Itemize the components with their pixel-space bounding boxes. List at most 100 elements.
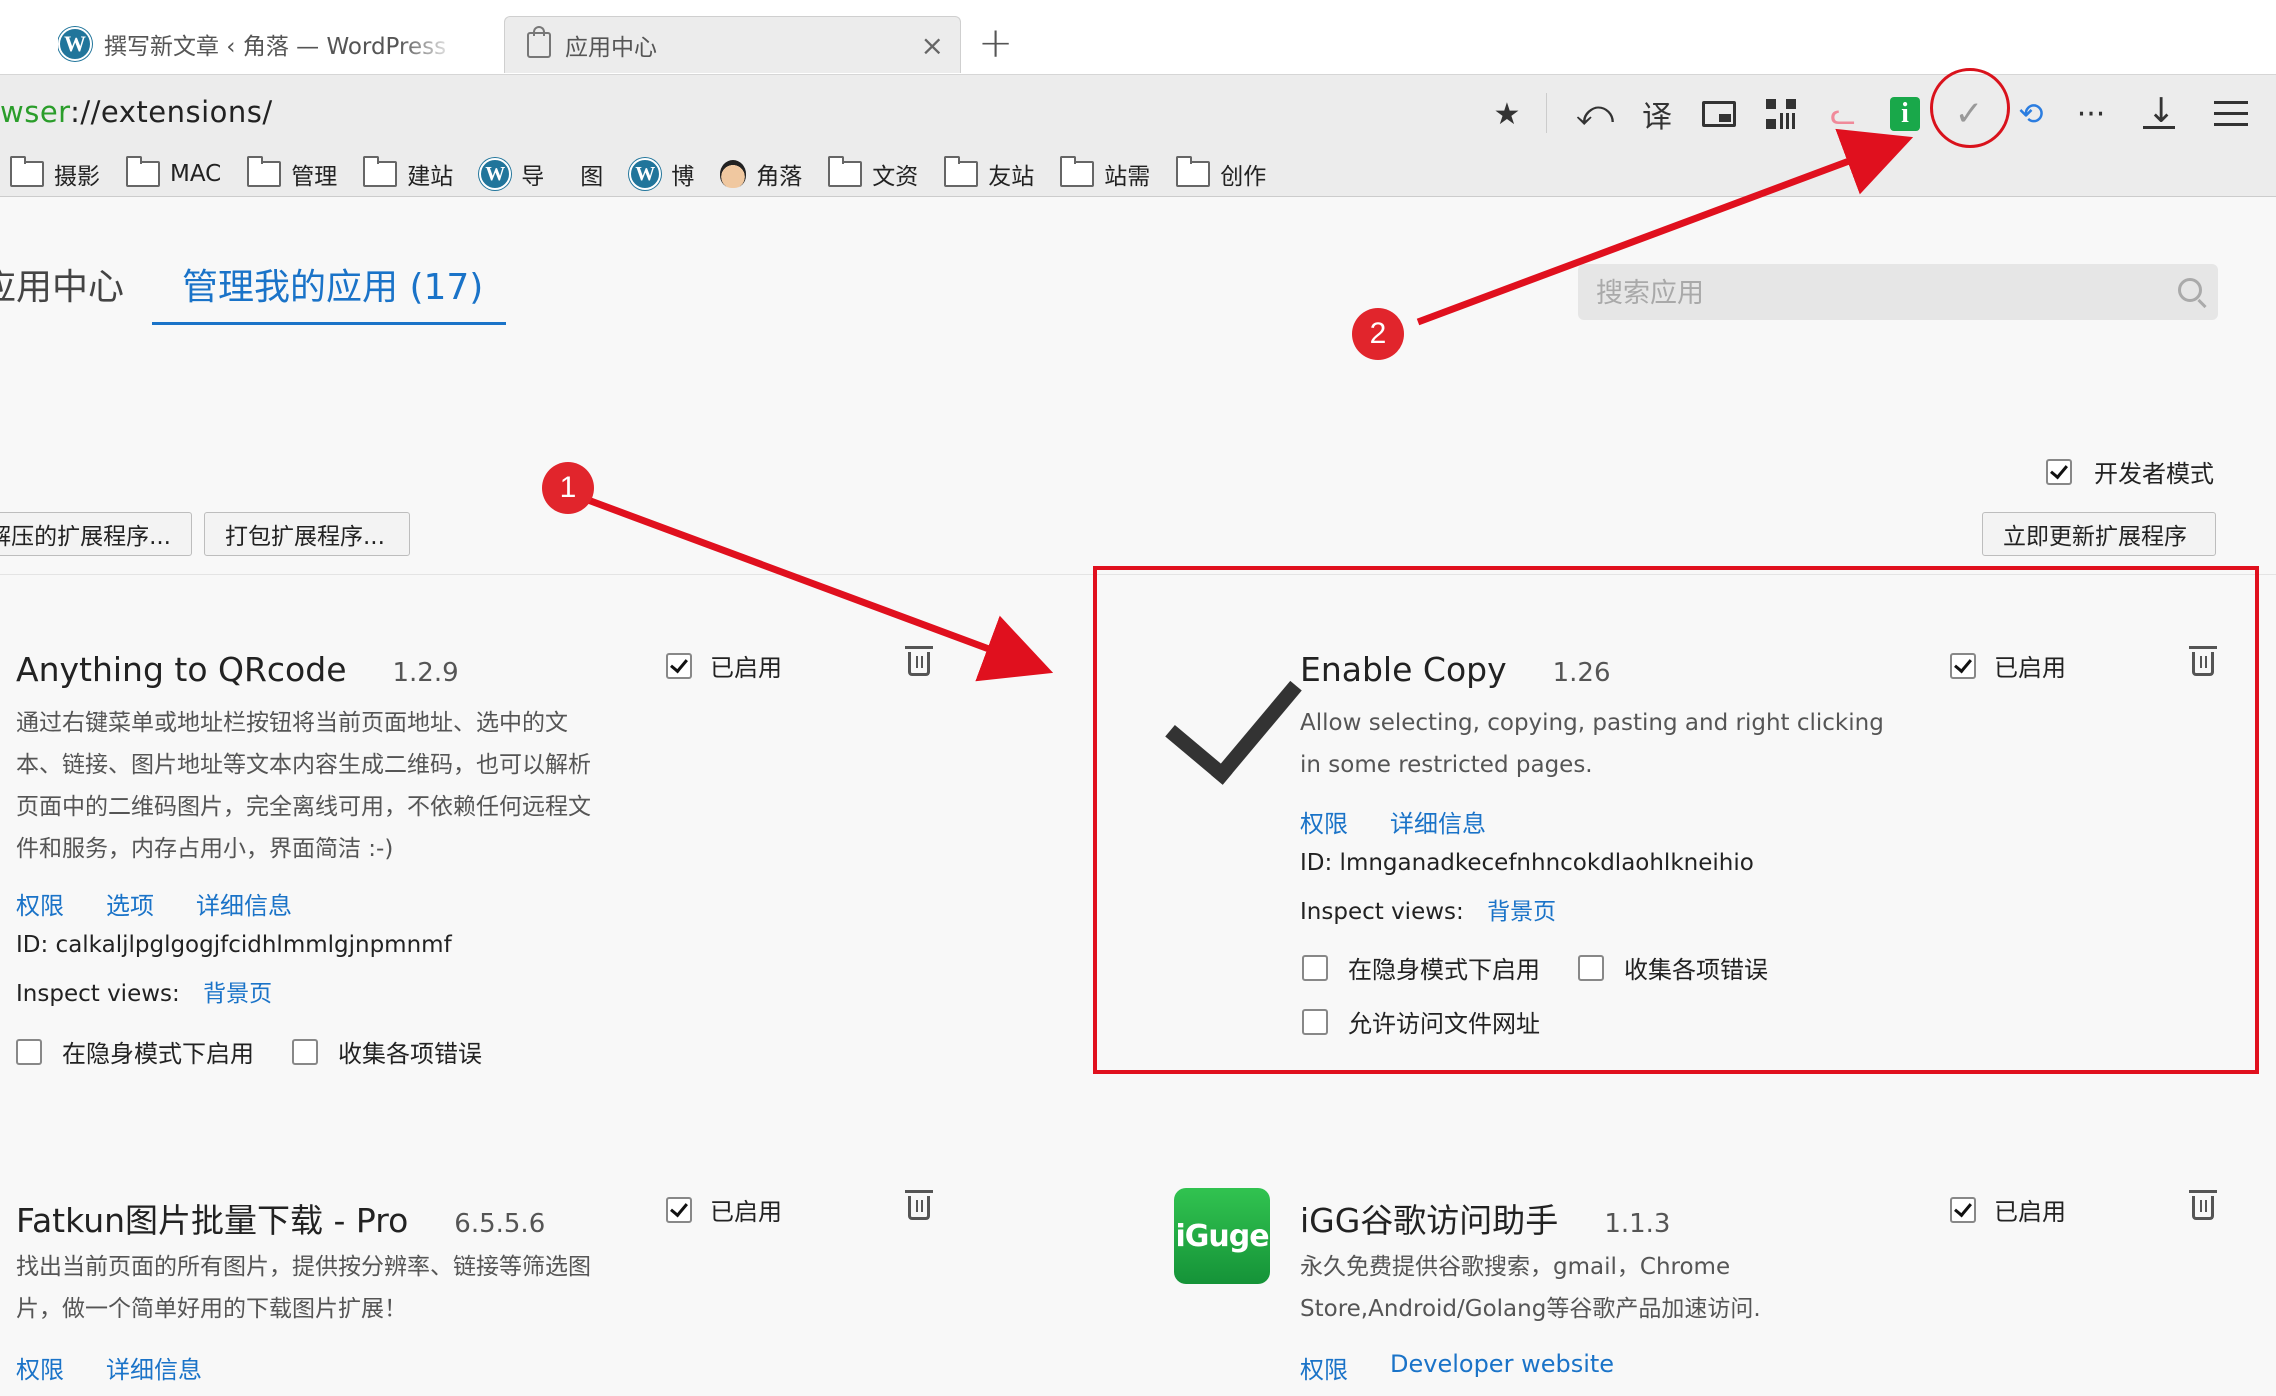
avatar-icon (720, 160, 747, 188)
cat-icon[interactable]: ᓚ (1816, 87, 1870, 141)
active-tab-underline (152, 322, 506, 325)
bookmark-link[interactable]: 图 (570, 157, 603, 191)
search-icon[interactable] (2178, 278, 2202, 302)
step-badge-1: 1 (542, 462, 594, 514)
tab-strip: W 撰写新文章 ‹ 角落 — WordPress 应用中心 × + (0, 0, 2276, 74)
developer-website-link[interactable]: Developer website (1390, 1350, 1614, 1385)
iguge-icon: iGuge (1174, 1188, 1270, 1284)
trash-icon[interactable] (905, 646, 933, 676)
arrow-1 (586, 496, 1054, 682)
trash-icon[interactable] (905, 1190, 933, 1220)
pip-icon[interactable] (1692, 87, 1746, 141)
bookmarks-bar: 摄影 MAC 管理 建站 W导 图 W博 角落 文资 友站 站需 创作 (0, 152, 2276, 197)
shopping-bag-icon (527, 26, 551, 58)
pack-extension-button[interactable]: 打包扩展程序... (204, 512, 410, 556)
undo-icon[interactable]: ⤺ (1568, 87, 1622, 141)
extension-title-row: iGG谷歌访问助手 1.1.3 (1300, 1194, 1670, 1242)
green-i-icon[interactable]: i (1878, 87, 1932, 141)
details-link[interactable]: 详细信息 (106, 1350, 202, 1385)
background-page-link[interactable]: 背景页 (203, 981, 272, 1007)
permissions-link[interactable]: 权限 (16, 886, 64, 921)
bookmark-folder[interactable]: 管理 (247, 156, 337, 191)
tab-title: 撰写新文章 ‹ 角落 — WordPress (104, 34, 447, 60)
load-unpacked-button[interactable]: 解压的扩展程序... (0, 512, 192, 556)
extension-enabled-toggle[interactable]: 已启用 (666, 1192, 782, 1227)
folder-icon (828, 156, 863, 187)
bookmark-link[interactable]: 角落 (720, 157, 802, 191)
bookmark-folder[interactable]: 建站 (363, 156, 453, 191)
url-field[interactable]: wser://extensions/ (0, 95, 273, 129)
folder-icon (944, 156, 979, 187)
star-icon[interactable]: ★ (1480, 87, 1534, 141)
trash-icon[interactable] (2189, 1190, 2217, 1220)
enabled-checkbox[interactable] (666, 652, 692, 679)
bookmark-folder[interactable]: MAC (126, 156, 221, 187)
update-extensions-button[interactable]: 立即更新扩展程序 (1982, 512, 2216, 556)
enabled-checkbox[interactable] (666, 1196, 692, 1223)
options-link[interactable]: 选项 (106, 886, 154, 921)
extension-title-row: Fatkun图片批量下载 - Pro 6.5.5.6 (16, 1194, 545, 1242)
bookmark-link[interactable]: W博 (629, 157, 694, 191)
search-box (1578, 264, 2218, 320)
extension-description: 永久免费提供谷歌搜索，gmail，Chrome Store,Android/Go… (1300, 1254, 1761, 1322)
tab-title: 应用中心 (565, 35, 657, 61)
developer-mode-checkbox[interactable] (2046, 458, 2072, 485)
extension-name: Anything to QRcode (16, 650, 347, 689)
wordpress-icon: W (58, 27, 92, 61)
wordpress-icon: W (479, 158, 512, 190)
incognito-checkbox[interactable] (16, 1038, 42, 1065)
details-link[interactable]: 详细信息 (196, 886, 292, 921)
permissions-link[interactable]: 权限 (16, 1350, 64, 1385)
highlight-box (1093, 566, 2259, 1074)
more-icon[interactable]: ··· (2064, 87, 2118, 141)
menu-icon[interactable] (2204, 87, 2258, 141)
extension-enabled-toggle[interactable]: 已启用 (666, 648, 782, 683)
bookmark-folder[interactable]: 站需 (1060, 156, 1150, 191)
folder-icon (10, 156, 44, 187)
inspect-views-row: Inspect views: 背景页 (16, 981, 273, 1007)
bookmark-folder[interactable]: 文资 (828, 156, 918, 191)
collect-errors-checkbox[interactable] (292, 1038, 318, 1065)
close-tab-icon[interactable]: × (921, 29, 944, 62)
nav-manage-my-apps[interactable]: 管理我的应用 (17) (182, 258, 483, 310)
bookmark-folder[interactable]: 创作 (1176, 156, 1266, 191)
qrcode-icon[interactable] (1754, 87, 1808, 141)
bookmark-folder[interactable]: 摄影 (10, 156, 100, 191)
search-input[interactable] (1594, 272, 2158, 314)
step-badge-2: 2 (1352, 308, 1404, 360)
collect-errors-option[interactable]: 收集各项错误 (292, 1034, 482, 1069)
iguge-logo: iGuge (1174, 1188, 1270, 1284)
tab-wordpress[interactable]: W 撰写新文章 ‹ 角落 — WordPress (58, 16, 458, 72)
extension-version: 1.1.3 (1604, 1209, 1671, 1239)
new-tab-button[interactable]: + (978, 18, 1013, 67)
extension-description: 通过右键菜单或地址栏按钮将当前页面地址、选中的文本、链接、图片地址等文本内容生成… (16, 710, 591, 862)
extension-description: 找出当前页面的所有图片，提供按分辨率、链接等筛选图片，做一个简单好用的下载图片扩… (16, 1254, 591, 1322)
extension-links: 权限 Developer website (1300, 1350, 1614, 1385)
extension-enabled-toggle[interactable]: 已启用 (1950, 1192, 2066, 1227)
folder-icon (1060, 156, 1095, 187)
extension-links: 权限 选项 详细信息 (16, 886, 292, 921)
extension-links: 权限 详细信息 (16, 1350, 202, 1385)
extension-version: 6.5.5.6 (454, 1209, 546, 1239)
extension-name: Fatkun图片批量下载 - Pro (16, 1201, 409, 1240)
nav-app-center[interactable]: 应用中心 (0, 258, 124, 310)
folder-icon (363, 156, 398, 187)
extension-version: 1.2.9 (392, 658, 459, 688)
sync-icon[interactable]: ⟲ (2004, 87, 2058, 141)
download-icon[interactable] (2132, 87, 2186, 141)
highlight-circle (1930, 68, 2010, 148)
bookmark-link[interactable]: W导 (479, 157, 544, 191)
extension-name: iGG谷歌访问助手 (1300, 1201, 1559, 1240)
toolbar-divider (1546, 93, 1547, 133)
folder-icon (126, 156, 160, 187)
extension-title-row: Anything to QRcode 1.2.9 (16, 650, 459, 689)
folder-icon (1176, 156, 1211, 187)
permissions-link[interactable]: 权限 (1300, 1350, 1348, 1385)
incognito-option[interactable]: 在隐身模式下启用 (16, 1034, 254, 1069)
developer-mode-toggle[interactable]: 开发者模式 (2046, 454, 2214, 489)
extension-id: ID: calkaljlpglgogjfcidhlmmlgjnpmnmf (16, 932, 452, 958)
translate-icon[interactable]: 译 (1630, 87, 1684, 141)
bookmark-folder[interactable]: 友站 (944, 156, 1034, 191)
enabled-checkbox[interactable] (1950, 1196, 1976, 1223)
tab-app-center[interactable]: 应用中心 × (504, 16, 961, 73)
